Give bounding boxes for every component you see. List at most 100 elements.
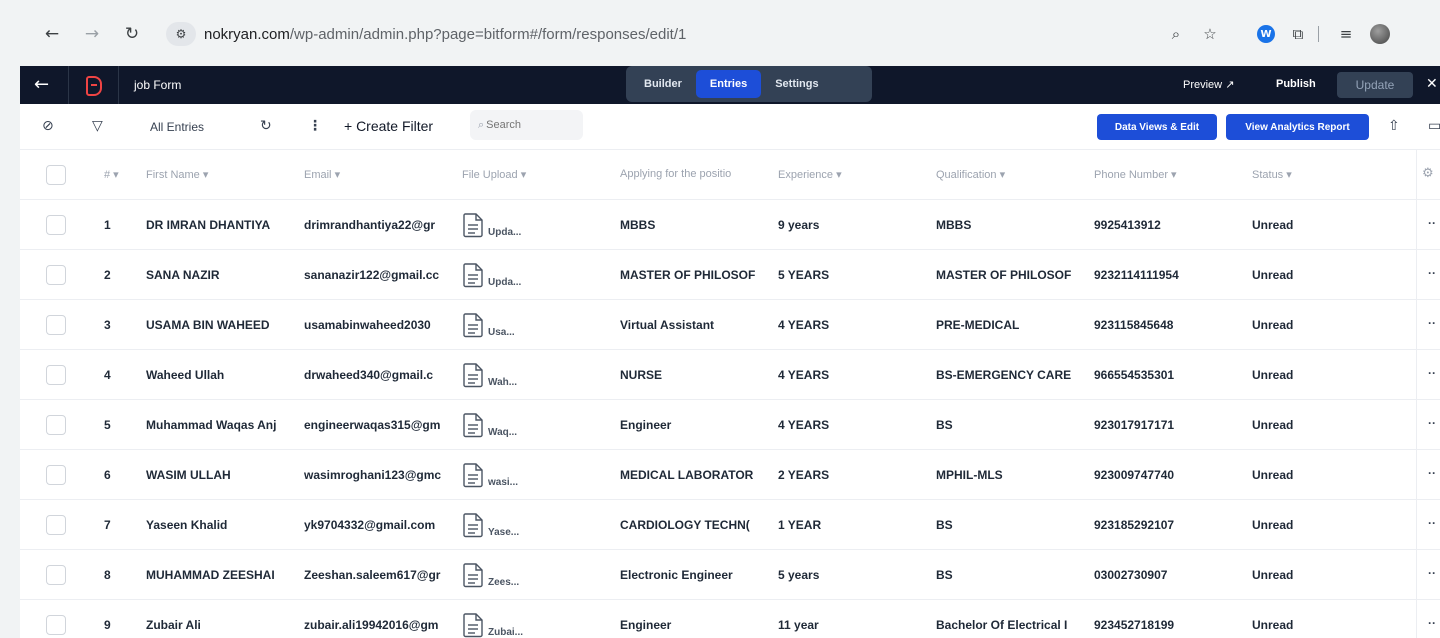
hide-columns-icon[interactable]: ⊘	[42, 118, 54, 134]
more-vertical-icon[interactable]: ⋮	[308, 118, 322, 134]
file-icon	[463, 463, 483, 488]
cell-position: MEDICAL LABORATOR	[620, 468, 754, 482]
row-checkbox[interactable]	[46, 565, 66, 585]
row-number: 4	[104, 368, 111, 382]
cell-file-upload[interactable]: Upda...	[462, 212, 521, 238]
row-more-icon[interactable]: ··	[1428, 316, 1436, 330]
extension-icon[interactable]: W	[1256, 24, 1276, 44]
table-row[interactable]: 1 DR IMRAN DHANTIYA drimrandhantiya22@gr Up…	[20, 200, 1440, 250]
search-box[interactable]: ⌕	[470, 110, 583, 140]
tab-builder[interactable]: Builder	[630, 70, 696, 98]
header-experience[interactable]: Experience ▾	[778, 168, 842, 181]
column-settings-gear-icon[interactable]: ⚙	[1422, 166, 1434, 181]
publish-button[interactable]: Publish	[1276, 78, 1316, 90]
row-checkbox[interactable]	[46, 365, 66, 385]
cell-file-upload[interactable]: Waq...	[462, 412, 517, 438]
view-analytics-report-button[interactable]: View Analytics Report	[1226, 114, 1369, 140]
row-more-icon[interactable]: ··	[1428, 616, 1436, 630]
header-file-upload[interactable]: File Upload ▾	[462, 168, 526, 181]
cell-qualification: BS	[936, 418, 953, 432]
update-button[interactable]: Update	[1337, 72, 1413, 98]
site-settings-icon[interactable]: ⚙	[166, 22, 196, 46]
tab-entries[interactable]: Entries	[695, 70, 762, 98]
zoom-icon[interactable]: ⌕	[1166, 24, 1186, 44]
address-bar[interactable]: ⚙ nokryan.com/wp-admin/admin.php?page=bi…	[160, 18, 1230, 50]
table-row[interactable]: 7 Yaseen Khalid yk9704332@gmail.com Yase...…	[20, 500, 1440, 550]
row-checkbox[interactable]	[46, 465, 66, 485]
preview-button[interactable]: Preview ↗	[1183, 78, 1234, 91]
calendar-icon[interactable]: ▭	[1428, 118, 1440, 134]
filter-icon[interactable]: ▽	[92, 118, 103, 134]
bookmark-star-icon[interactable]: ☆	[1200, 24, 1220, 44]
header-label: #	[104, 169, 111, 181]
header-phone-number[interactable]: Phone Number ▾	[1094, 168, 1177, 181]
header-qualification[interactable]: Qualification ▾	[936, 168, 1005, 181]
profile-avatar[interactable]	[1370, 24, 1390, 44]
cell-first-name: SANA NAZIR	[146, 268, 220, 282]
search-input[interactable]	[486, 119, 567, 131]
table-row[interactable]: 3 USAMA BIN WAHEED usamabinwaheed2030 Usa..…	[20, 300, 1440, 350]
back-arrow-icon[interactable]: ←	[40, 22, 64, 46]
cell-file-upload[interactable]: Wah...	[462, 362, 517, 388]
row-more-icon[interactable]: ··	[1428, 216, 1436, 230]
table-row[interactable]: 6 WASIM ULLAH wasimroghani123@gmc wasi... ME…	[20, 450, 1440, 500]
data-views-edit-button[interactable]: Data Views & Edit	[1097, 114, 1217, 140]
header-label: Applying for the positio	[620, 168, 732, 180]
extensions-puzzle-icon[interactable]: ⧉	[1288, 24, 1308, 44]
row-checkbox[interactable]	[46, 615, 66, 635]
file-name: Usa...	[488, 327, 515, 338]
url-text[interactable]: nokryan.com/wp-admin/admin.php?page=bitf…	[204, 26, 686, 43]
cell-experience: 1 YEAR	[778, 518, 822, 532]
table-row[interactable]: 5 Muhammad Waqas Anj engineerwaqas315@gm Wa…	[20, 400, 1440, 450]
create-filter-button[interactable]: + Create Filter	[344, 118, 433, 134]
row-more-icon[interactable]: ··	[1428, 566, 1436, 580]
all-entries-dropdown[interactable]: All Entries	[150, 120, 204, 134]
header-email[interactable]: Email ▾	[304, 168, 340, 181]
table-row[interactable]: 2 SANA NAZIR sananazir122@gmail.cc Upda... M…	[20, 250, 1440, 300]
header-number[interactable]: # ▾	[104, 168, 119, 181]
cell-file-upload[interactable]: wasi...	[462, 462, 518, 488]
row-more-icon[interactable]: ··	[1428, 516, 1436, 530]
table-row[interactable]: 8 MUHAMMAD ZEESHAI Zeeshan.saleem617@gr Zee…	[20, 550, 1440, 600]
row-more-icon[interactable]: ··	[1428, 266, 1436, 280]
header-first-name[interactable]: First Name ▾	[146, 168, 208, 181]
cell-file-upload[interactable]: Yase...	[462, 512, 519, 538]
cell-file-upload[interactable]: Zees...	[462, 562, 519, 588]
header-divider	[68, 66, 69, 104]
row-checkbox[interactable]	[46, 265, 66, 285]
tab-settings[interactable]: Settings	[761, 70, 832, 98]
row-checkbox[interactable]	[46, 215, 66, 235]
file-icon	[463, 413, 483, 438]
row-more-icon[interactable]: ··	[1428, 466, 1436, 480]
header-label: Email	[304, 169, 332, 181]
external-link-icon: ↗	[1225, 78, 1235, 91]
row-checkbox[interactable]	[46, 515, 66, 535]
row-more-icon[interactable]: ··	[1428, 416, 1436, 430]
back-icon[interactable]: ←	[34, 74, 49, 95]
row-checkbox[interactable]	[46, 315, 66, 335]
cell-file-upload[interactable]: Usa...	[462, 312, 515, 338]
cell-qualification: BS-EMERGENCY CARE	[936, 368, 1072, 382]
table-row[interactable]: 9 Zubair Ali zubair.ali19942016@gm Zubai...…	[20, 600, 1440, 638]
cell-status: Unread	[1252, 518, 1294, 532]
export-icon[interactable]: ⇧	[1388, 118, 1400, 134]
cell-file-upload[interactable]: Upda...	[462, 262, 521, 288]
file-icon	[463, 613, 483, 638]
reload-icon[interactable]: ↻	[120, 22, 144, 46]
header-position[interactable]: Applying for the positio	[620, 168, 776, 180]
cell-file-upload[interactable]: Zubai...	[462, 612, 523, 638]
header-label: File Upload	[462, 169, 518, 181]
cell-phone-number: 9925413912	[1094, 218, 1161, 232]
cell-first-name: WASIM ULLAH	[146, 468, 231, 482]
header-status[interactable]: Status ▾	[1252, 168, 1292, 181]
close-icon[interactable]: ✕	[1426, 76, 1438, 92]
refresh-icon[interactable]: ↻	[260, 118, 272, 134]
table-row[interactable]: 4 Waheed Ullah drwaheed340@gmail.c Wah... NU…	[20, 350, 1440, 400]
reading-list-icon[interactable]: ≡	[1336, 24, 1356, 44]
row-more-icon[interactable]: ··	[1428, 366, 1436, 380]
forward-arrow-icon[interactable]: →	[80, 22, 104, 46]
url-path: /wp-admin/admin.php?page=bitform#/form/r…	[289, 25, 687, 43]
select-all-checkbox[interactable]	[46, 165, 66, 185]
row-checkbox[interactable]	[46, 415, 66, 435]
header-label: Phone Number	[1094, 169, 1168, 181]
